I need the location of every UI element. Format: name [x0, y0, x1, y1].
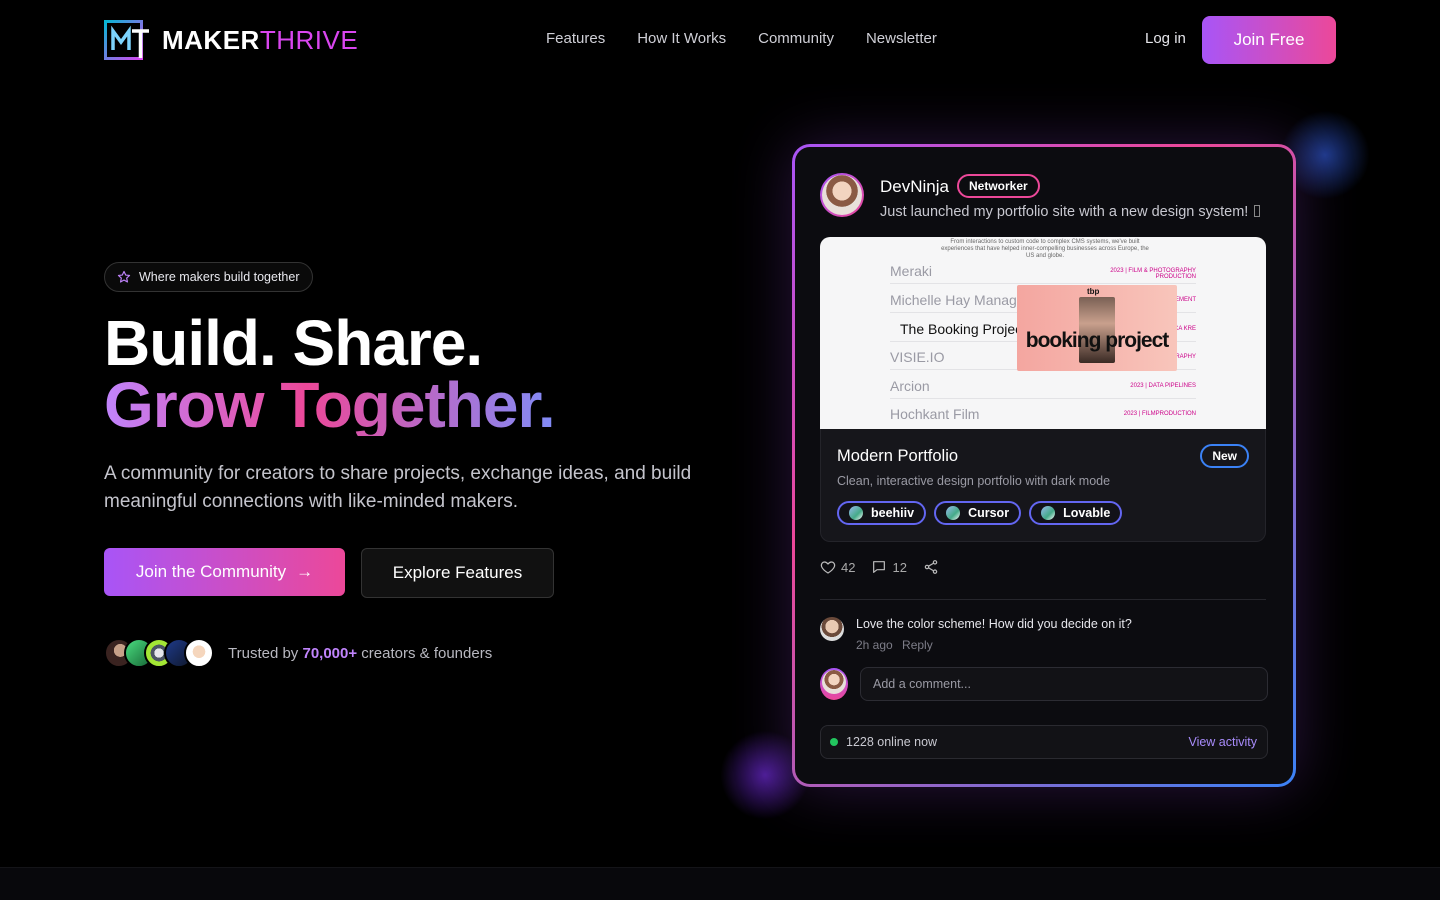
- tool-icon: [946, 506, 961, 520]
- nav-how-it-works[interactable]: How It Works: [637, 30, 726, 47]
- online-dot-icon: [830, 738, 838, 746]
- screenshot-row-tag: 2023 | DATA PIPELINES: [1130, 383, 1196, 389]
- thumbnail-brand: tbp: [1087, 287, 1100, 296]
- screenshot-row: Hochkant Film: [890, 406, 980, 422]
- online-status-bar: 1228 online now View activity: [820, 725, 1268, 759]
- post-card: DevNinja Networker Just launched my port…: [792, 144, 1296, 787]
- trust-row: Trusted by 70,000+ creators & founders: [104, 638, 492, 668]
- tool-icon: [1041, 506, 1056, 520]
- join-community-label: Join the Community: [135, 562, 287, 581]
- divider: [890, 283, 1196, 284]
- divider: [890, 398, 1196, 399]
- comment-button[interactable]: 12: [871, 559, 907, 575]
- post-actions: 42 12: [820, 559, 939, 575]
- like-count: 42: [841, 559, 856, 575]
- star-icon: [117, 270, 131, 283]
- logo-mark-icon: [104, 20, 149, 60]
- trust-text: Trusted by 70,000+ creators & founders: [228, 644, 493, 662]
- comment-time: 2h ago: [856, 638, 893, 652]
- screenshot-row: Meraki: [890, 263, 933, 279]
- tag-cursor[interactable]: Cursor: [934, 501, 1022, 525]
- screenshot-row: Arcion: [890, 378, 930, 394]
- role-badge: Networker: [957, 174, 1040, 198]
- nav-community[interactable]: Community: [758, 30, 834, 47]
- hero-subtitle: A community for creators to share projec…: [104, 463, 692, 512]
- comment-input[interactable]: [860, 667, 1268, 701]
- current-user-avatar: [820, 668, 848, 700]
- tagline-pill: Where makers build together: [104, 262, 313, 292]
- new-badge: New: [1200, 444, 1249, 468]
- project-description: Clean, interactive design portfolio with…: [837, 474, 1111, 488]
- heart-icon: [820, 561, 836, 574]
- divider: [820, 599, 1266, 600]
- login-link[interactable]: Log in: [1145, 30, 1186, 47]
- avatar: [184, 638, 214, 668]
- screenshot-header: From interactions to custom code to comp…: [941, 239, 1149, 259]
- like-button[interactable]: 42: [820, 559, 855, 575]
- comment-meta: 2h ago Reply: [856, 638, 939, 652]
- next-section-edge: [0, 867, 1440, 900]
- project-title[interactable]: Modern Portfolio: [837, 447, 958, 466]
- post-author-avatar[interactable]: [820, 173, 864, 217]
- screenshot-row-tag: 2023 | FILMPRODUCTION: [1123, 411, 1196, 417]
- hero-heading-line1: Build. Share.: [104, 307, 483, 379]
- hero-heading: Build. Share. Grow Together.: [104, 307, 556, 441]
- reply-link[interactable]: Reply: [902, 638, 933, 652]
- comment-icon: [873, 561, 886, 573]
- project-thumbnail: tbp booking project: [1017, 285, 1177, 371]
- share-button[interactable]: [923, 559, 939, 575]
- post-author-name[interactable]: DevNinja: [880, 177, 949, 197]
- join-community-button[interactable]: Join the Community →: [104, 548, 345, 596]
- screenshot-row-tag: 2023 | FILM & PHOTOGRAPHY PRODUCTION: [1110, 268, 1196, 280]
- avatar-stack: [104, 638, 214, 668]
- arrow-right-icon: →: [296, 562, 314, 581]
- hero-heading-line2: Grow Together.: [104, 369, 556, 441]
- tag-beehiiv[interactable]: beehiiv: [837, 501, 927, 525]
- top-nav: MAKERTHRIVE Features How It Works Commun…: [0, 0, 1440, 80]
- commenter-avatar[interactable]: [820, 617, 844, 641]
- comment-text: Love the color scheme! How did you decid…: [856, 617, 1132, 631]
- post-text: Just launched my portfolio site with a n…: [880, 204, 1261, 220]
- screenshot-row: The Booking Projec: [900, 321, 1023, 337]
- tool-tags: beehiiv Cursor Lovable: [837, 501, 1123, 525]
- nav-newsletter[interactable]: Newsletter: [866, 30, 937, 47]
- tag-lovable[interactable]: Lovable: [1029, 501, 1123, 525]
- thumbnail-title: booking project: [1025, 329, 1170, 352]
- brand-logo[interactable]: MAKERTHRIVE: [104, 20, 358, 60]
- screenshot-row: Michelle Hay Manag: [890, 292, 1017, 308]
- project-info: Modern Portfolio New Clean, interactive …: [820, 429, 1266, 542]
- explore-features-button[interactable]: Explore Features: [361, 548, 554, 598]
- view-activity-link[interactable]: View activity: [1188, 735, 1257, 749]
- nav-links: Features How It Works Community Newslett…: [546, 30, 937, 47]
- brand-name: MAKERTHRIVE: [162, 24, 359, 55]
- emoji-icon: [1254, 205, 1261, 217]
- project-screenshot[interactable]: From interactions to custom code to comp…: [820, 237, 1266, 429]
- online-count: 1228 online now: [846, 735, 938, 749]
- comment-count: 12: [892, 559, 907, 575]
- join-free-button[interactable]: Join Free: [1202, 16, 1336, 64]
- nav-features[interactable]: Features: [546, 30, 605, 47]
- tool-icon: [849, 506, 863, 520]
- screenshot-row: VISIE.IO: [890, 349, 945, 365]
- share-icon: [924, 560, 938, 574]
- tagline-text: Where makers build together: [139, 270, 300, 284]
